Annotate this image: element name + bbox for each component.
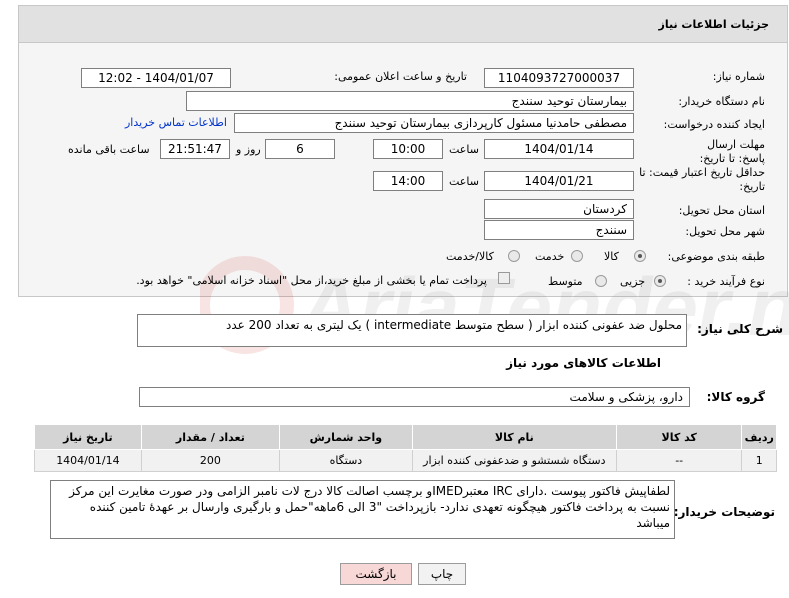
category-radio-service[interactable] [571,250,583,262]
back-button[interactable]: بازگشت [340,563,412,585]
col-unit: واحد شمارش [278,424,413,450]
reply-deadline-label: مهلت ارسال پاسخ: تا تاریخ: [699,138,765,165]
creator-label: ایجاد کننده درخواست: [663,118,765,131]
category-radio-both[interactable] [508,250,520,262]
remaining-time-field: 21:51:47 [160,139,230,159]
cell-code: -- [615,449,743,472]
buyer-contact-link[interactable]: اطلاعات تماس خریدار [125,116,227,129]
price-validity-label: حداقل تاریخ اعتبار قیمت: تا تاریخ: [639,166,765,193]
cell-unit: دستگاه [278,449,413,472]
description-label: شرح کلی نیاز: [697,322,783,336]
need-number-label: شماره نیاز: [712,70,765,83]
col-name: نام کالا [411,424,617,450]
description-textarea[interactable]: محلول ضد عفونی کننده ابزار ( سطح متوسط i… [137,314,687,347]
panel-header: جزئیات اطلاعات نیاز [18,5,788,43]
price-validity-time-field: 14:00 [373,171,443,191]
process-radio-minor[interactable] [654,275,666,287]
reply-days-label: روز و [236,143,261,156]
items-table: ردیف کد کالا نام کالا واحد شمارش تعداد /… [34,424,777,472]
category-label: طبقه بندی موضوعی: [667,250,765,263]
table-row: 1 -- دستگاه شستشو و ضدعفونی کننده ابزار … [34,449,777,472]
goods-group-field: دارو، پزشکی و سلامت [139,387,690,407]
city-field: سنندج [484,220,634,240]
buyer-org-field: بیمارستان توحید سنندج [186,91,634,111]
category-radio-goods[interactable] [634,250,646,262]
process-option-medium: متوسط [548,275,583,288]
cell-row: 1 [741,449,777,472]
col-row: ردیف [741,424,777,450]
announce-label: تاریخ و ساعت اعلان عمومی: [334,70,467,83]
cell-name: دستگاه شستشو و ضدعفونی کننده ابزار [411,449,617,472]
treasury-note: پرداخت تمام یا بخشی از مبلغ خرید،از محل … [136,274,487,287]
price-validity-time-label: ساعت [449,175,479,188]
goods-info-title: اطلاعات کالاهای مورد نیاز [506,356,661,370]
category-option-service: خدمت [535,250,565,263]
reply-time-field: 10:00 [373,139,443,159]
category-option-goods: کالا [604,250,619,263]
price-validity-date-field: 1404/01/21 [484,171,634,191]
panel-title: جزئیات اطلاعات نیاز [658,18,770,31]
col-code: کد کالا [615,424,743,450]
cell-qty: 200 [140,449,280,472]
process-option-minor: جزیی [620,275,646,288]
buyer-org-label: نام دستگاه خریدار: [678,95,765,108]
reply-days-field: 6 [265,139,335,159]
province-label: استان محل تحویل: [678,204,765,217]
process-label: نوع فرآیند خرید : [687,275,765,288]
remaining-time-label: ساعت باقی مانده [68,143,150,156]
buyer-notes-textarea[interactable]: لطفاپیش فاکتور پیوست .دارای IRC معتبرIME… [50,480,675,539]
items-table-header: ردیف کد کالا نام کالا واحد شمارش تعداد /… [34,424,777,450]
reply-date-field: 1404/01/14 [484,139,634,159]
province-field: کردستان [484,199,634,219]
city-label: شهر محل تحویل: [685,225,765,238]
reply-time-label: ساعت [449,143,479,156]
col-qty: تعداد / مقدار [140,424,280,450]
process-radio-medium[interactable] [595,275,607,287]
cell-date: 1404/01/14 [34,449,142,472]
goods-group-label: گروه کالا: [706,390,765,404]
buyer-notes-label: توضیحات خریدار: [673,505,775,519]
treasury-checkbox[interactable] [498,272,510,284]
creator-field: مصطفی حامدنیا مسئول کارپردازی بیمارستان … [234,113,634,133]
category-option-both: کالا/خدمت [446,250,494,263]
print-button[interactable]: چاپ [418,563,466,585]
col-date: تاریخ نیاز [34,424,142,450]
need-number-field: 1104093727000037 [484,68,634,88]
announce-field: 1404/01/07 - 12:02 [81,68,231,88]
